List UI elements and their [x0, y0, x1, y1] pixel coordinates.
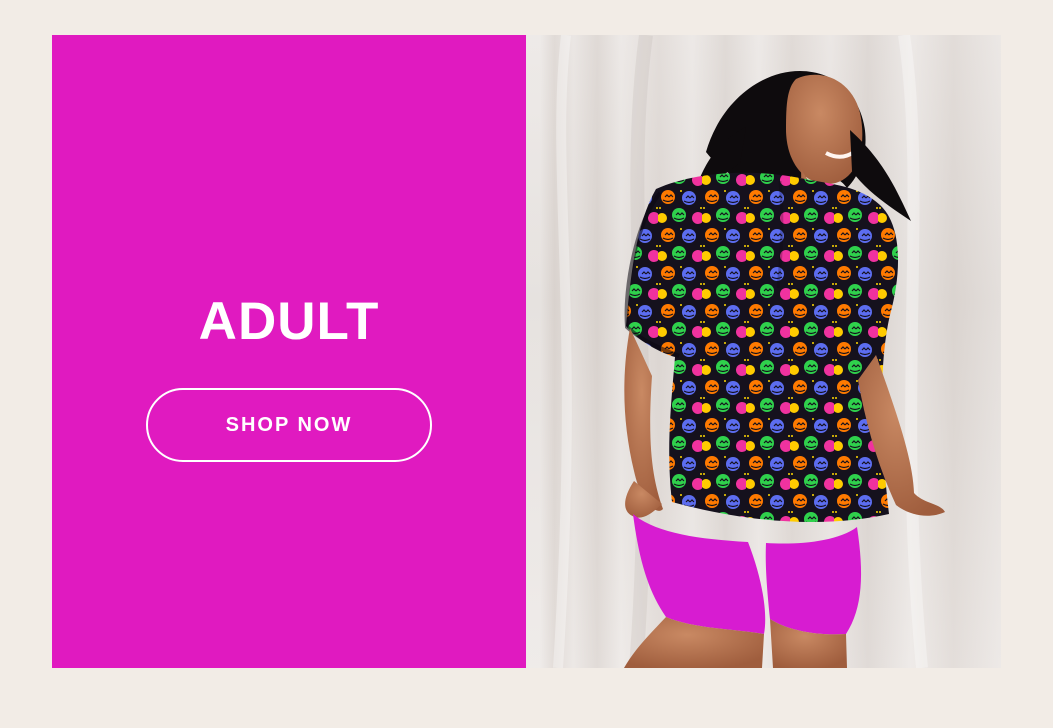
adult-promo-panel: ADULT SHOP NOW [52, 35, 526, 668]
adult-product-photo[interactable] [526, 35, 1001, 668]
shop-now-button[interactable]: SHOP NOW [146, 388, 432, 462]
adult-heading: ADULT [198, 292, 380, 351]
adult-promo-banner: ADULT SHOP NOW [52, 35, 1001, 668]
